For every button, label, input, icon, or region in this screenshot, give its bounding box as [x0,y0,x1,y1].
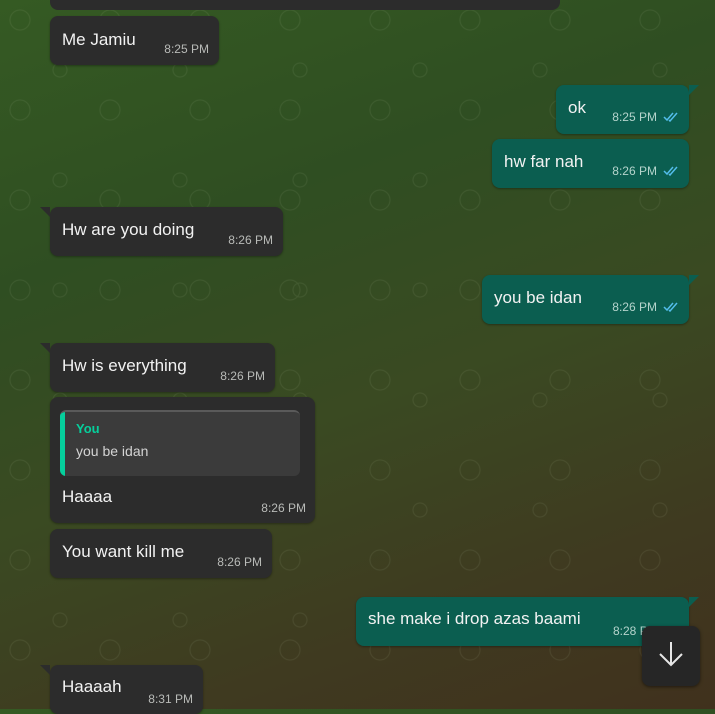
bubble-tail [40,665,50,675]
message-text: ok [568,98,586,117]
bubble-tail [689,275,699,285]
message-outgoing[interactable]: hw far nah 8:26 PM [492,139,689,188]
bubble-tail [689,85,699,95]
message-text: she make i drop azas baami [368,609,581,628]
chat-panel[interactable]: Me Jamiu 8:25 PM ok 8:25 PM hw far nah 8… [0,0,715,714]
message-incoming[interactable]: Haaaah 8:31 PM [40,665,203,714]
message-text: Hw is everything [62,356,187,375]
message-incoming[interactable]: You want kill me 8:26 PM [50,529,272,578]
message-time: 8:26 PM [612,300,679,315]
previous-message-edge [50,0,560,10]
message-incoming[interactable]: Me Jamiu 8:25 PM [50,16,219,65]
message-time-text: 8:25 PM [612,110,657,125]
message-time: 8:26 PM [261,501,306,515]
bubble-tail [40,207,50,217]
double-check-icon [663,165,679,179]
message-incoming[interactable]: Hw is everything 8:26 PM [40,343,275,392]
bubble-tail [40,343,50,353]
quote-author: You [76,421,100,436]
arrow-down-icon [658,640,684,673]
message-time-text: 8:26 PM [612,164,657,179]
double-check-icon [663,111,679,125]
message-time: 8:26 PM [217,555,262,569]
bubble-tail [689,597,699,607]
message-time: 8:25 PM [164,42,209,56]
scroll-to-bottom-button[interactable] [642,626,700,686]
message-text: Haaaa [62,487,113,506]
message-outgoing[interactable]: you be idan 8:26 PM [482,275,699,324]
message-text: Hw are you doing [62,220,195,239]
message-time: 8:26 PM [612,164,679,179]
message-text: You want kill me [62,542,185,561]
message-outgoing[interactable]: ok 8:25 PM [556,85,699,134]
message-time: 8:26 PM [220,369,265,383]
message-time: 8:25 PM [612,110,679,125]
message-incoming-reply[interactable]: You you be idan Haaaa 8:26 PM [50,397,315,523]
message-time-text: 8:26 PM [612,300,657,315]
quoted-message[interactable]: You you be idan [60,410,300,476]
message-outgoing[interactable]: she make i drop azas baami 8:28 P [356,597,699,646]
quote-bar [60,412,65,476]
message-text: hw far nah [504,152,584,171]
message-text: you be idan [494,288,582,307]
message-time: 8:26 PM [228,233,273,247]
message-time: 8:31 PM [148,692,193,706]
message-incoming[interactable]: Hw are you doing 8:26 PM [40,207,283,256]
double-check-icon [663,301,679,315]
message-text: Me Jamiu [62,30,136,49]
message-text: Haaaah [62,677,122,696]
quote-text: you be idan [76,443,149,459]
